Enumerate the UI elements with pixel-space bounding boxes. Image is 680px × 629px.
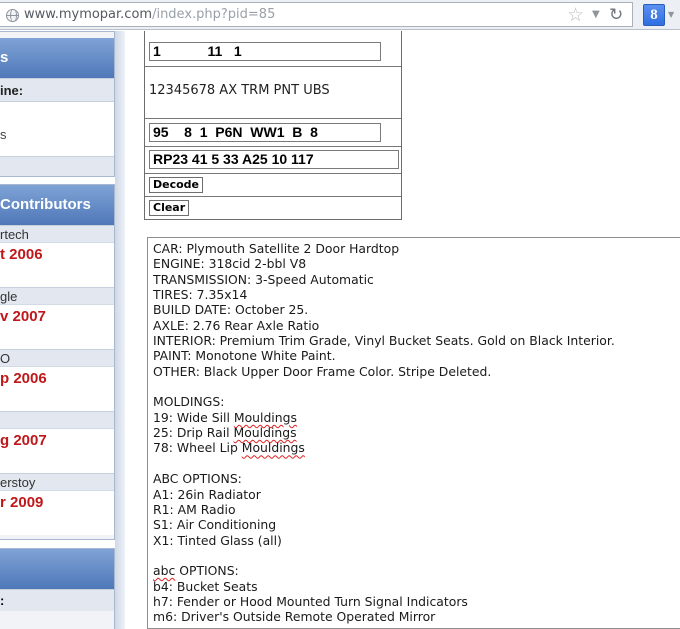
search-dropdown-icon[interactable]: ▼ [668,10,674,19]
contributor-name[interactable]: O [0,349,114,367]
misspelled-word: abc [153,563,176,579]
form-row: Clear [145,197,401,219]
contributor-item[interactable]: gle v 2007 [0,287,114,349]
sidebar-box-header: s [0,38,114,78]
result-line: b4: Bucket Seats [153,578,258,594]
result-line: AXLE: 2.76 Rear Axle Ratio [153,317,320,333]
form-row: 95 8 1 P6N WW1 B 8 [145,119,401,147]
result-line: CAR: Plymouth Satellite 2 Door Hardtop [153,241,400,256]
result-line: TRANSMISSION: 3-Speed Automatic [153,271,374,287]
contributor-item[interactable]: rtech t 2006 [0,225,114,287]
result-line-text: 78: Wheel Lip [153,440,242,456]
result-line-text: 25: Drip Rail [153,425,234,441]
result-line: TIRES: 7.35x14 [153,287,248,303]
sidebar-gutter [115,31,125,629]
result-line: OTHER: Black Upper Door Frame Color. Str… [153,363,492,379]
result-line: abc OPTIONS: [153,563,675,578]
contributor-date: p 2006 [0,367,114,411]
browser-toolbar: www.mymopar.com/index.php?pid=85 ☆ ▼ ↻ 8… [0,0,680,30]
sidebar-contributors-box: Contributors rtech t 2006 gle v 2007 O p… [0,184,115,540]
fender-tag-line-1-input[interactable]: 1 11 1 [149,42,381,61]
result-line: h7: Fender or Hood Mounted Turn Signal I… [153,593,468,609]
result-line: ABC OPTIONS: [153,471,242,487]
misspelled-word: Mouldings [241,440,305,456]
contributor-name[interactable] [0,411,114,429]
result-line: m6: Driver's Outside Remote Operated Mir… [153,609,436,625]
misspelled-word: Mouldings [233,425,297,441]
sidebar-box-top: s ine: s [0,31,115,177]
contributor-item[interactable]: O p 2006 [0,349,114,411]
result-line: INTERIOR: Premium Trim Grade, Vinyl Buck… [153,333,615,349]
form-row: Decode [145,174,401,197]
result-line [153,548,675,563]
result-line: BUILD DATE: October 25. [153,302,309,318]
misspelled-word: Mouldings [233,409,297,425]
url-path: /index.php?pid=85 [152,7,276,22]
bookmark-star-icon[interactable]: ☆ [567,4,584,26]
result-line: S1: Air Conditioning [153,517,277,533]
clear-button[interactable]: Clear [149,200,190,216]
fender-tag-line-4-input[interactable]: RP23 41 5 33 A25 10 117 [149,150,399,169]
fender-tag-format-hint: 12345678 AX TRM PNT UBS [149,83,330,98]
sidebar-box-label: ine: [0,78,114,102]
result-line: MOLDINGS: [153,394,225,410]
contributor-date: g 2007 [0,429,114,473]
contributor-name[interactable]: rtech [0,225,114,243]
sidebar-box-header [0,549,114,589]
url-dropdown-icon[interactable]: ▼ [592,8,600,22]
result-line-text: 19: Wide Sill [153,409,234,425]
contributor-date: v 2007 [0,305,114,349]
result-line: R1: AM Radio [153,501,236,517]
reload-icon[interactable]: ↻ [609,4,623,26]
sidebar-box-footer [0,156,114,176]
sidebar-box-text: s [0,102,114,156]
result-line: ENGINE: 318cid 2-bbl V8 [153,256,307,272]
sidebar-box-label: : [0,589,114,611]
result-line: X1: Tinted Glass (all) [153,532,282,548]
result-line: PAINT: Monotone White Paint. [153,348,336,364]
url-text: www.mymopar.com/index.php?pid=85 [24,7,275,22]
contributor-item[interactable]: erstoy r 2009 [0,473,114,535]
result-line-text: OPTIONS: [175,563,239,579]
fender-tag-line-3-input[interactable]: 95 8 1 P6N WW1 B 8 [149,123,381,142]
page-content: s ine: s Contributors rtech t 2006 gle v… [0,31,680,629]
form-row: 12345678 AX TRM PNT UBS [145,67,401,119]
contributor-item[interactable]: g 2007 [0,411,114,473]
contributor-date: t 2006 [0,243,114,287]
form-row: 1 11 1 [145,31,401,67]
decoder-form: 1 11 1 12345678 AX TRM PNT UBS 95 8 1 P6… [144,31,402,220]
result-line: 25: Drip Rail Mouldings [153,425,675,440]
decode-button[interactable]: Decode [149,177,204,193]
sidebar-box-bottom: : [0,548,115,629]
result-line [153,379,675,394]
contributor-name[interactable]: erstoy [0,473,114,491]
globe-icon [6,9,19,22]
search-engine-icon[interactable]: 8 [643,4,665,26]
result-line [153,456,675,471]
form-row: RP23 41 5 33 A25 10 117 [145,147,401,174]
contributors-header: Contributors [0,185,114,225]
contributor-name[interactable]: gle [0,287,114,305]
url-host: www.mymopar.com [24,7,153,22]
result-line: 78: Wheel Lip Mouldings [153,440,675,455]
address-bar[interactable]: www.mymopar.com/index.php?pid=85 ☆ ▼ ↻ [0,2,633,27]
result-line: 19: Wide Sill Mouldings [153,410,675,425]
result-line: A1: 26in Radiator [153,486,261,502]
decode-result-textarea[interactable]: CAR: Plymouth Satellite 2 Door Hardtop EN… [147,237,680,629]
contributor-date: r 2009 [0,491,114,535]
